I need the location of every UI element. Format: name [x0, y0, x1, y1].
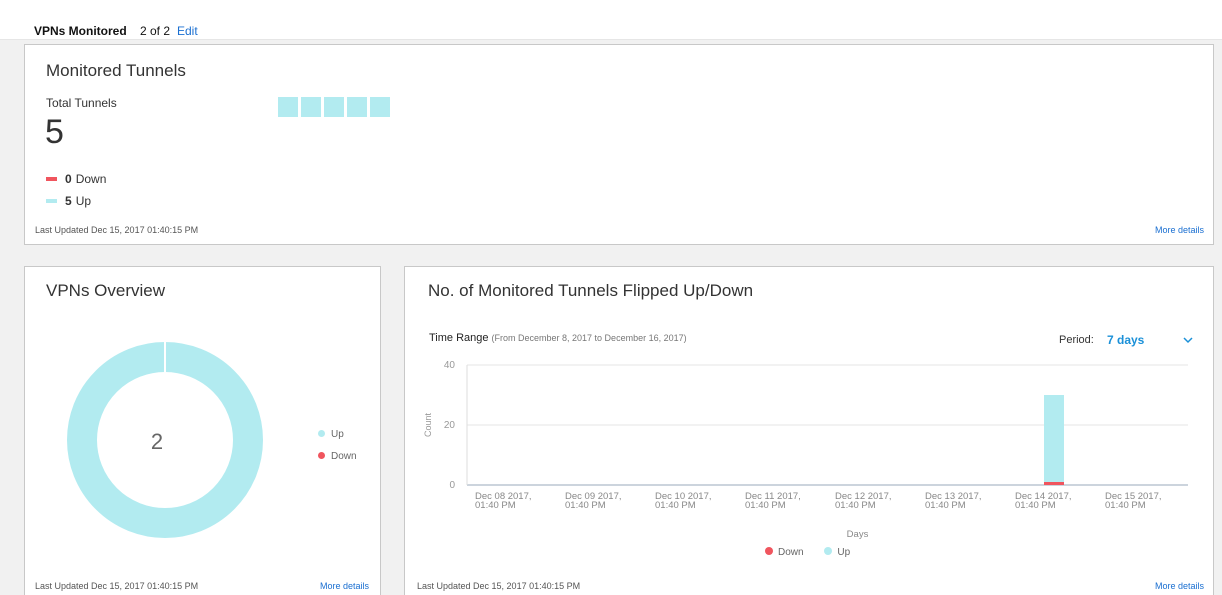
chart-legend-up[interactable]: Up [824, 547, 850, 558]
vpns-legend-down[interactable]: Down [318, 451, 357, 462]
tunnels-flipped-chart: 02040CountDec 08 2017,01:40 PMDec 09 201… [423, 360, 1188, 540]
vpns-legend-up[interactable]: Up [318, 429, 344, 440]
flips-last-updated: Last Updated Dec 15, 2017 01:40:15 PM [417, 581, 581, 591]
chart-legend-down[interactable]: Down [765, 547, 804, 558]
tunnels-down-row: 0 Down [46, 172, 106, 186]
up-dot-icon [824, 547, 833, 556]
x-tick-label: 01:40 PM [745, 500, 786, 511]
tunnels-up-row: 5 Up [46, 194, 91, 208]
y-tick-label: 40 [444, 360, 456, 371]
total-tunnels-value: 5 [45, 113, 64, 151]
x-tick-label: 01:40 PM [475, 500, 516, 511]
x-axis-label: Days [847, 529, 869, 540]
tunnels-flipped-card: No. of Monitored Tunnels Flipped Up/Down… [404, 266, 1214, 595]
x-tick-label: 01:40 PM [1015, 500, 1056, 511]
x-tick-label: 01:40 PM [1105, 500, 1146, 511]
chart-legend-down-label: Down [778, 547, 804, 558]
tunnel-status-squares [278, 97, 393, 117]
y-tick-label: 20 [444, 420, 456, 431]
down-dot-icon [765, 547, 773, 556]
vpns-overview-card: VPNs Overview 2 Up Down Last Updated Dec… [24, 266, 381, 595]
monitored-tunnels-title: Monitored Tunnels [46, 61, 186, 80]
vpns-monitored-bar: VPNs Monitored 2 of 2 Edit [0, 0, 1222, 40]
total-tunnels-label: Total Tunnels [46, 96, 117, 110]
x-tick-label: 01:40 PM [925, 500, 966, 511]
vpns-donut-chart [67, 342, 263, 538]
chart-legend: Down Up [765, 547, 868, 558]
bar-up [1044, 395, 1064, 482]
vpns-monitored-title: VPNs Monitored [34, 24, 127, 38]
vpns-donut-center-value: 2 [150, 429, 164, 454]
down-marker-icon [46, 176, 57, 181]
edit-link[interactable]: Edit [177, 24, 198, 38]
tunnel-status-square [324, 97, 344, 117]
tunnels-last-updated: Last Updated Dec 15, 2017 01:40:15 PM [35, 225, 199, 235]
tunnel-status-square [370, 97, 390, 117]
tunnels-down-label: Down [75, 172, 107, 186]
up-dot-icon [318, 429, 325, 437]
y-tick-label: 0 [449, 480, 455, 491]
x-tick-label: 01:40 PM [835, 500, 876, 511]
x-tick-label: 01:40 PM [655, 500, 696, 511]
y-axis-label: Count [423, 413, 433, 438]
tunnel-status-square [278, 97, 298, 117]
tunnels-up-label: Up [75, 194, 92, 208]
tunnels-up-count: 5 [65, 194, 72, 208]
down-dot-icon [318, 451, 325, 459]
tunnels-down-count: 0 [65, 172, 72, 186]
up-marker-icon [46, 198, 57, 203]
x-tick-label: 01:40 PM [565, 500, 606, 511]
vpns-monitored-count: 2 of 2 [140, 24, 171, 38]
chart-legend-up-label: Up [837, 547, 851, 558]
vpns-last-updated: Last Updated Dec 15, 2017 01:40:15 PM [35, 581, 199, 591]
tunnels-more-details-link[interactable]: More details [1155, 225, 1204, 235]
tunnel-status-square [301, 97, 321, 117]
flips-more-details-link[interactable]: More details [1155, 581, 1204, 591]
vpns-more-details-link[interactable]: More details [320, 581, 369, 591]
vpns-legend-up-label: Up [331, 429, 344, 440]
tunnel-status-square [347, 97, 367, 117]
monitored-tunnels-card: Monitored Tunnels Total Tunnels 5 0 Down … [24, 44, 1214, 245]
vpns-legend-down-label: Down [331, 451, 357, 462]
bar-down [1044, 482, 1064, 485]
